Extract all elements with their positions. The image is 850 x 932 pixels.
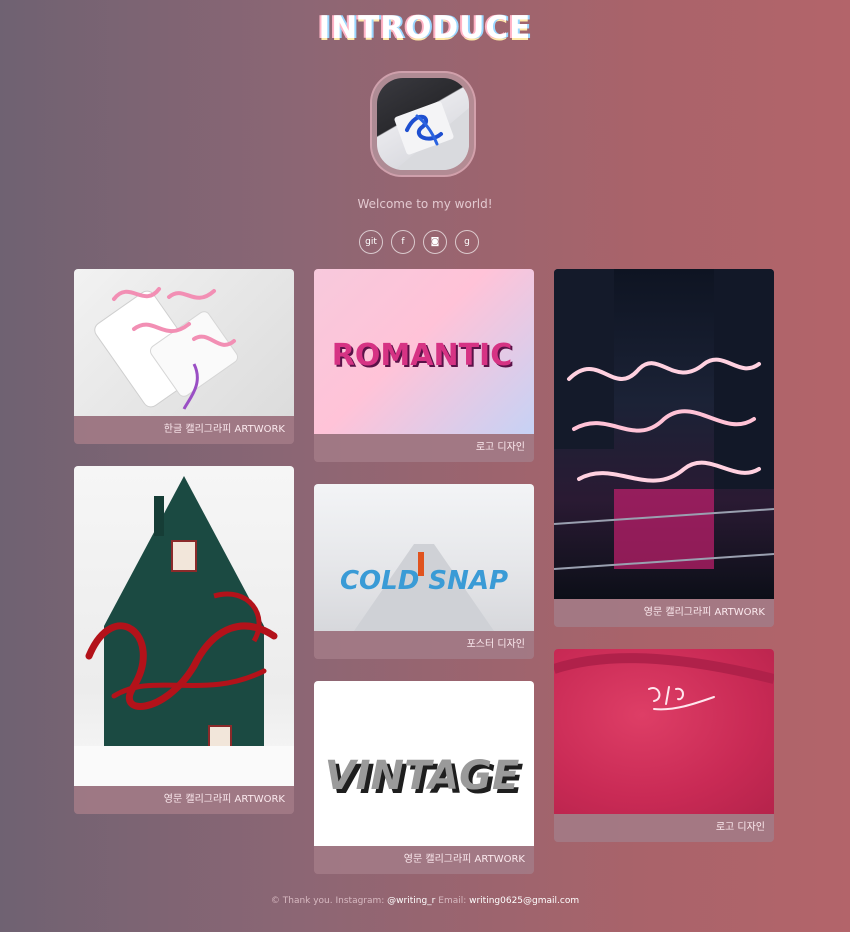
gallery-item-gippeum[interactable]: 로고 디자인 — [554, 649, 774, 842]
google-icon[interactable]: g — [455, 230, 479, 254]
social-links: git f ◙ g — [359, 230, 479, 254]
gallery-caption: 한글 캘리그라피 ARTWORK — [74, 416, 294, 444]
gallery-item-coldsnap[interactable]: COLD SNAP 포스터 디자인 — [314, 484, 534, 659]
gallery-caption: 영문 캘리그라피 ARTWORK — [554, 599, 774, 627]
gallery-item-vintage[interactable]: VINTAGE VINTAGE 영문 캘리그라피 ARTWORK — [314, 681, 534, 874]
wisdom-artwork-image — [554, 269, 774, 599]
footer-thanks: © Thank you. Instagram: — [270, 896, 388, 906]
gallery-item-hangul[interactable]: 한글 캘리그라피 ARTWORK — [74, 269, 294, 444]
svg-text:VINTAGE: VINTAGE — [325, 753, 520, 799]
facebook-icon[interactable]: f — [391, 230, 415, 254]
footer: © Thank you. Instagram: @writing_r Email… — [0, 896, 850, 906]
gallery-caption: 로고 디자인 — [554, 814, 774, 842]
welcome-text: Welcome to my world! — [357, 197, 493, 211]
coldsnap-poster-image: COLD SNAP — [314, 484, 534, 631]
svg-text:ROMANTIC: ROMANTIC — [332, 338, 512, 373]
gallery-caption: 로고 디자인 — [314, 434, 534, 462]
gallery-item-wisdom[interactable]: 영문 캘리그라피 ARTWORK — [554, 269, 774, 627]
beautiful-artwork-image — [74, 466, 294, 786]
romantic-logo-image: ROMANTIC ROMANTIC — [314, 269, 534, 434]
gippeum-logo-image — [554, 649, 774, 814]
git-icon[interactable]: git — [359, 230, 383, 254]
instagram-icon[interactable]: ◙ — [423, 230, 447, 254]
gallery-caption: 포스터 디자인 — [314, 631, 534, 659]
avatar — [372, 73, 474, 175]
page-title: INTRODUCE — [318, 10, 532, 46]
gallery-caption: 영문 캘리그라피 ARTWORK — [314, 846, 534, 874]
gallery-caption: 영문 캘리그라피 ARTWORK — [74, 786, 294, 814]
vintage-artwork-image: VINTAGE VINTAGE — [314, 681, 534, 846]
footer-email-label: Email: — [435, 896, 470, 906]
gallery-item-romantic[interactable]: ROMANTIC ROMANTIC 로고 디자인 — [314, 269, 534, 462]
hangul-artwork-image — [74, 269, 294, 416]
email-link[interactable]: writing0625@gmail.com — [469, 896, 579, 906]
gallery-item-beautiful[interactable]: 영문 캘리그라피 ARTWORK — [74, 466, 294, 814]
instagram-link[interactable]: @writing_r — [387, 896, 435, 906]
